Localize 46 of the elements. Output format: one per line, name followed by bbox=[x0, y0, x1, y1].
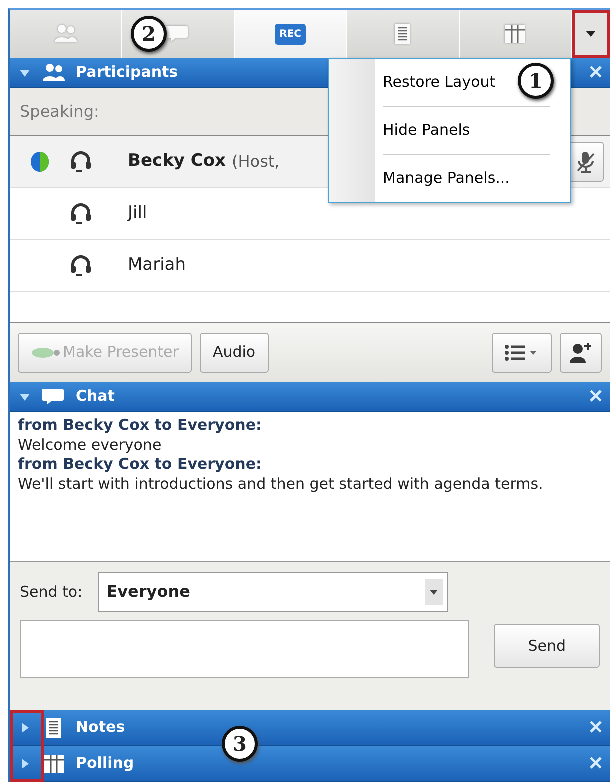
panel-title: Polling bbox=[76, 753, 134, 774]
close-icon bbox=[590, 390, 602, 402]
caret-icon bbox=[586, 31, 596, 37]
speaking-label: Speaking: bbox=[20, 100, 100, 122]
send-button[interactable]: Send bbox=[494, 624, 600, 668]
toolbar-button[interactable]: Audio bbox=[200, 332, 269, 372]
menu-item[interactable]: Manage Panels... bbox=[375, 155, 570, 202]
participant-name: Jill bbox=[128, 202, 148, 225]
toolbar-tab[interactable]: REC bbox=[234, 10, 348, 58]
people-icon bbox=[54, 23, 78, 45]
message-sender: from Becky Cox to Everyone: bbox=[18, 455, 263, 474]
microphone-button[interactable] bbox=[568, 142, 604, 182]
message-text: We'll start with introductions and then get started with agenda terms. bbox=[18, 474, 544, 494]
callout-number: 2 bbox=[131, 16, 167, 52]
panel-title: Notes bbox=[76, 717, 126, 738]
rec-icon: REC bbox=[274, 24, 306, 44]
participant-name: Mariah bbox=[128, 254, 186, 277]
close-icon bbox=[590, 721, 602, 734]
close-icon bbox=[590, 66, 602, 78]
panel-title: Chat bbox=[76, 386, 115, 408]
microphone-icon bbox=[577, 150, 595, 173]
close-icon bbox=[590, 757, 602, 770]
list-icon bbox=[505, 344, 539, 362]
list-options-button[interactable] bbox=[492, 332, 552, 372]
headset-icon bbox=[70, 254, 92, 278]
poll-grid-icon bbox=[42, 752, 66, 774]
people-icon bbox=[42, 62, 66, 84]
message-text: Welcome everyone bbox=[18, 436, 163, 455]
participant-role: (Host, bbox=[232, 150, 280, 172]
presenter-icon bbox=[31, 347, 61, 360]
headset-icon bbox=[70, 150, 92, 174]
menu-item[interactable]: Hide Panels bbox=[375, 107, 570, 154]
add-person-icon bbox=[569, 342, 593, 364]
recipient-select[interactable]: Everyone bbox=[98, 572, 448, 612]
add-person-button[interactable] bbox=[560, 332, 602, 372]
panel-title: Participants bbox=[76, 62, 178, 84]
message-sender: from Becky Cox to Everyone: bbox=[18, 416, 263, 436]
caret-icon bbox=[430, 590, 438, 594]
poll-grid-icon bbox=[503, 23, 528, 45]
dropdown-button[interactable] bbox=[572, 10, 610, 58]
globe-icon bbox=[30, 150, 50, 172]
headset-icon bbox=[70, 202, 92, 226]
message-input[interactable] bbox=[20, 620, 470, 678]
speech-bubble-icon bbox=[166, 23, 190, 45]
participant-name: Becky Cox bbox=[128, 150, 226, 173]
send-to-label: Send to: bbox=[20, 582, 83, 603]
